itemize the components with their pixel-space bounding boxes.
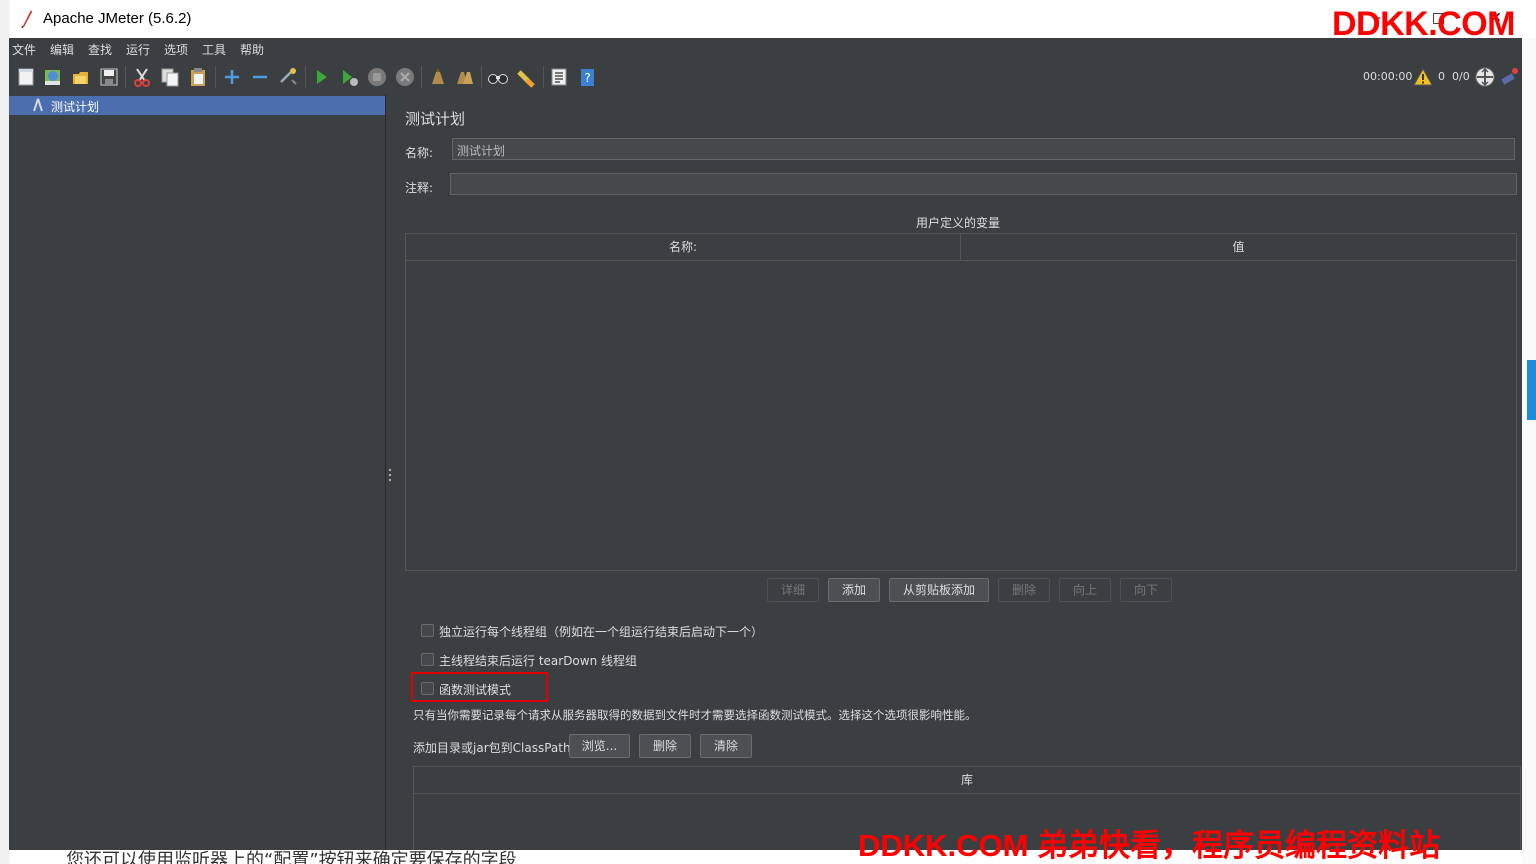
- background-left-strip: [0, 0, 9, 864]
- background-page-text: 您还可以使用监听器上的“配置”按钮来确定要保存的字段: [66, 850, 517, 864]
- toolbar-separator: [543, 66, 544, 88]
- warning-icon[interactable]: [1413, 67, 1433, 87]
- toolbar-separator: [215, 66, 216, 88]
- functional-mode-note: 只有当你需要记录每个请求从服务器取得的数据到文件时才需要选择函数测试模式。选择这…: [413, 708, 977, 722]
- clear-all-icon[interactable]: [454, 66, 476, 88]
- table-header: 名称: 值: [406, 234, 1516, 261]
- help-icon[interactable]: ?: [576, 66, 598, 88]
- menu-edit[interactable]: 编辑: [50, 41, 74, 58]
- jmeter-window: Apache JMeter (5.6.2) – □ ✕ 文件 编辑 查找 运行 …: [9, 0, 1522, 850]
- serial-thread-groups-label: 独立运行每个线程组（例如在一个组运行结束后启动下一个）: [439, 625, 764, 639]
- watermark-top: DDKK.COM: [1332, 5, 1515, 43]
- detail-button[interactable]: 详细: [767, 578, 819, 602]
- watermark-bottom: DDKK.COM 弟弟快看，程序员编程资料站: [858, 828, 1441, 863]
- warning-count: 0: [1438, 70, 1445, 83]
- toolbar-separator: [305, 66, 306, 88]
- menu-file[interactable]: 文件: [12, 41, 36, 58]
- toolbar-separator: [421, 66, 422, 88]
- comment-field[interactable]: [450, 173, 1517, 195]
- menu-options[interactable]: 选项: [164, 41, 188, 58]
- add-from-clipboard-button[interactable]: 从剪贴板添加: [889, 578, 989, 602]
- move-up-button[interactable]: 向上: [1059, 578, 1111, 602]
- start-no-pause-icon[interactable]: [338, 66, 360, 88]
- reset-search-icon[interactable]: [515, 66, 537, 88]
- background-blue-tab: [1527, 360, 1536, 420]
- functional-mode-label: 函数测试模式: [439, 683, 512, 697]
- split-pane-divider[interactable]: [386, 94, 394, 850]
- serial-thread-groups-checkbox[interactable]: [421, 624, 434, 637]
- toggle-icon[interactable]: [277, 66, 299, 88]
- table-header: 库: [414, 767, 1520, 794]
- jmeter-feather-icon: [21, 10, 32, 29]
- functional-mode-checkbox[interactable]: [421, 682, 434, 695]
- new-icon[interactable]: [15, 66, 37, 88]
- menu-search[interactable]: 查找: [88, 41, 112, 58]
- name-field[interactable]: 测试计划: [452, 138, 1515, 160]
- expand-icon[interactable]: [221, 66, 243, 88]
- menu-help[interactable]: 帮助: [240, 41, 264, 58]
- background-right-strip: [1522, 38, 1536, 864]
- window-title: Apache JMeter (5.6.2): [43, 10, 192, 27]
- svg-text:?: ?: [584, 71, 590, 85]
- cut-icon[interactable]: [131, 66, 153, 88]
- classpath-clear-button[interactable]: 清除: [700, 734, 752, 758]
- classpath-label: 添加目录或jar包到ClassPath: [413, 741, 571, 755]
- start-icon[interactable]: [310, 66, 332, 88]
- paste-icon[interactable]: [187, 66, 209, 88]
- toolbar: ? 00:00:00 0 0/0: [9, 60, 1522, 94]
- move-down-button[interactable]: 向下: [1120, 578, 1172, 602]
- menu-tools[interactable]: 工具: [202, 41, 226, 58]
- tree-node-label: 测试计划: [51, 100, 100, 114]
- title-bar: Apache JMeter (5.6.2) – □ ✕: [9, 0, 1522, 38]
- toolbar-separator: [125, 66, 126, 88]
- active-threads: 0/0: [1452, 70, 1470, 83]
- function-helper-icon[interactable]: [548, 66, 570, 88]
- test-plan-tree: 测试计划: [9, 94, 386, 850]
- user-variables-title: 用户定义的变量: [915, 216, 1000, 230]
- column-library-header[interactable]: 库: [414, 767, 1520, 793]
- toolbar-separator: [481, 66, 482, 88]
- templates-icon[interactable]: [42, 66, 64, 88]
- clear-icon[interactable]: [426, 66, 448, 88]
- remote-engines-icon[interactable]: [1474, 66, 1496, 88]
- log-viewer-icon[interactable]: [1500, 66, 1520, 86]
- test-plan-panel: 测试计划 名称: 测试计划 注释: 用户定义的变量 名称: 值 详细 添加 从剪…: [394, 94, 1522, 850]
- add-button[interactable]: 添加: [828, 578, 880, 602]
- menu-run[interactable]: 运行: [126, 41, 150, 58]
- name-label: 名称:: [405, 146, 434, 160]
- elapsed-timer: 00:00:00: [1363, 70, 1413, 83]
- save-icon[interactable]: [98, 66, 120, 88]
- copy-icon[interactable]: [159, 66, 181, 88]
- user-variables-table[interactable]: 名称: 值: [405, 233, 1517, 571]
- shutdown-icon[interactable]: [394, 66, 416, 88]
- panel-title: 测试计划: [405, 110, 466, 128]
- test-plan-icon: [33, 98, 43, 112]
- classpath-delete-button[interactable]: 删除: [639, 734, 691, 758]
- collapse-icon[interactable]: [249, 66, 271, 88]
- column-name-header[interactable]: 名称:: [406, 234, 961, 260]
- browse-button[interactable]: 浏览...: [569, 734, 630, 758]
- menu-bar: 文件 编辑 查找 运行 选项 工具 帮助: [9, 38, 1522, 60]
- comment-label: 注释:: [405, 181, 434, 195]
- stop-icon[interactable]: [366, 66, 388, 88]
- tree-node-test-plan[interactable]: 测试计划: [9, 96, 385, 115]
- drag-handle-icon: [388, 468, 392, 482]
- teardown-checkbox[interactable]: [421, 653, 434, 666]
- teardown-label: 主线程结束后运行 tearDown 线程组: [439, 654, 638, 668]
- delete-button[interactable]: 删除: [998, 578, 1050, 602]
- open-icon[interactable]: [70, 66, 92, 88]
- search-icon[interactable]: [487, 66, 509, 88]
- column-value-header[interactable]: 值: [961, 234, 1516, 260]
